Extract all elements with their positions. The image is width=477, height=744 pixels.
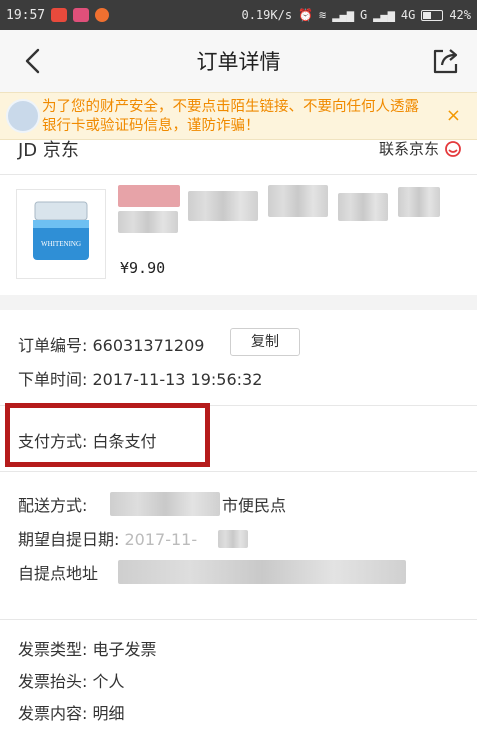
copy-button[interactable]: 复制 xyxy=(230,328,300,356)
product-brand-text: WHITENING xyxy=(41,240,81,248)
pickup-date-row: 期望自提日期: 2017-11- xyxy=(18,526,197,550)
delivery-section: 配送方式: 市便民点 期望自提日期: 2017-11- 自提点地址 xyxy=(0,472,477,620)
shop-header: JD 京东 联系京东 xyxy=(0,140,477,174)
share-button[interactable] xyxy=(429,44,463,78)
invoice-type: 电子发票 xyxy=(92,640,157,659)
chevron-left-icon xyxy=(25,48,40,74)
customer-service-icon xyxy=(445,140,461,157)
redacted-text xyxy=(118,560,406,584)
network-type: 4G xyxy=(400,8,416,22)
app-notification-icon xyxy=(73,8,90,22)
signal-type: G xyxy=(359,8,368,22)
delivery-method-label: 配送方式: xyxy=(18,496,88,515)
contact-label: 联系京东 xyxy=(378,140,439,158)
app-notification-icon xyxy=(95,8,110,22)
pickup-date-label: 期望自提日期: xyxy=(18,530,125,549)
signal-icon: ▂▄▆ xyxy=(373,8,395,22)
network-speed: 0.19K/s xyxy=(241,8,293,22)
order-time: 2017-11-13 19:56:32 xyxy=(92,370,263,389)
back-button[interactable] xyxy=(18,44,48,78)
pickup-address-row: 自提点地址 xyxy=(18,560,98,584)
redacted-title xyxy=(118,185,180,207)
invoice-content-row: 发票内容: 明细 xyxy=(18,700,125,724)
warning-text: 为了您的财产安全，不要点击陌生链接、不要向任何人透露银行卡或验证码信息，谨防诈骗… xyxy=(42,99,419,134)
app-notification-icon xyxy=(51,8,68,22)
wifi-icon: ≋ xyxy=(319,8,327,22)
close-icon[interactable]: × xyxy=(446,105,461,126)
share-icon xyxy=(433,49,458,74)
invoice-content: 明细 xyxy=(92,704,125,723)
order-number-row: 订单编号: 66031371209 xyxy=(18,332,204,356)
invoice-title-label: 发票抬头: xyxy=(18,672,93,691)
security-warning-banner: 为了您的财产安全，不要点击陌生链接、不要向任何人透露银行卡或验证码信息，谨防诈骗… xyxy=(0,92,477,140)
status-time: 19:57 xyxy=(6,7,46,23)
redacted-text xyxy=(218,530,248,548)
redacted-title xyxy=(268,185,328,217)
invoice-content-label: 发票内容: xyxy=(18,704,93,723)
navigation-bar: 订单详情 xyxy=(0,30,477,92)
status-bar: 19:57 0.19K/s ⏰ ≋ ▂▄▆ G ▂▄▆ 4G 42% xyxy=(0,0,477,30)
battery-percent: 42% xyxy=(449,8,471,22)
product-item[interactable]: WHITENING ¥9.90 xyxy=(0,175,477,295)
delivery-method-suffix: 市便民点 xyxy=(222,496,287,515)
order-time-label: 下单时间: xyxy=(18,370,93,389)
highlight-annotation xyxy=(5,403,210,467)
page-title: 订单详情 xyxy=(196,50,281,74)
delivery-method-row: 配送方式: xyxy=(18,492,87,516)
redacted-title xyxy=(188,191,258,221)
redacted-text xyxy=(110,492,220,516)
contact-jd-button[interactable]: 联系京东 xyxy=(379,138,463,159)
redacted-title xyxy=(398,187,440,217)
invoice-type-row: 发票类型: 电子发票 xyxy=(18,636,157,660)
order-time-row: 下单时间: 2017-11-13 19:56:32 xyxy=(18,366,262,390)
battery-icon xyxy=(421,9,444,21)
alarm-icon: ⏰ xyxy=(298,8,314,22)
pickup-date: 2017-11- xyxy=(124,530,198,549)
invoice-title: 个人 xyxy=(92,672,125,691)
invoice-title-row: 发票抬头: 个人 xyxy=(18,668,125,692)
invoice-type-label: 发票类型: xyxy=(18,640,93,659)
redacted-title xyxy=(118,211,178,233)
redacted-title xyxy=(338,193,388,221)
cream-jar-image: WHITENING xyxy=(33,201,89,260)
order-number-label: 订单编号: xyxy=(18,336,93,355)
invoice-section: 发票类型: 电子发票 发票抬头: 个人 发票内容: 明细 xyxy=(0,620,477,744)
shield-icon xyxy=(6,99,40,133)
shop-name: JD 京东 xyxy=(18,140,79,161)
order-info-section: 订单编号: 66031371209 复制 下单时间: 2017-11-13 19… xyxy=(0,310,477,406)
order-number: 66031371209 xyxy=(92,336,205,355)
pickup-address-label: 自提点地址 xyxy=(18,564,99,583)
product-price: ¥9.90 xyxy=(120,259,166,277)
product-thumbnail: WHITENING xyxy=(16,189,106,279)
signal-icon: ▂▄▆ xyxy=(332,8,354,22)
